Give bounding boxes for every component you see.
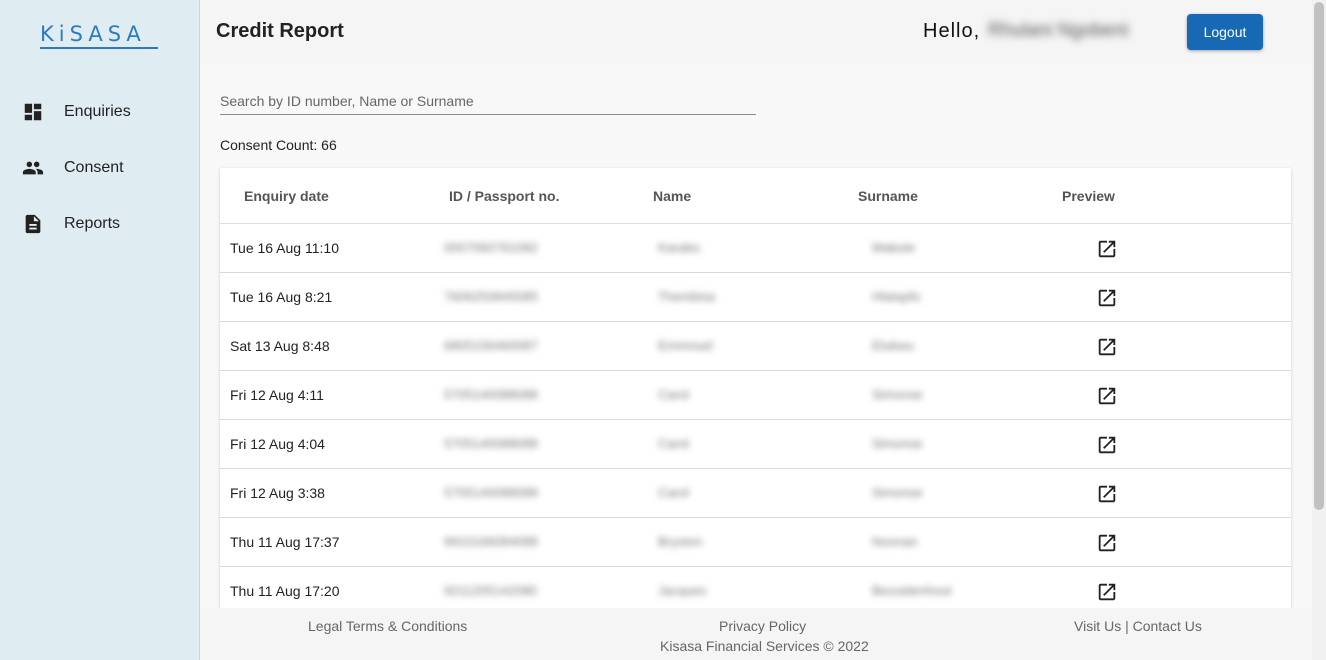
enquiry-date: Fri 12 Aug 4:04 [230, 436, 325, 452]
sidebar-item-consent[interactable]: Consent [0, 146, 200, 190]
open-in-new-icon[interactable] [1096, 581, 1118, 603]
enquiry-date: Thu 11 Aug 17:20 [230, 583, 340, 599]
sidebar-item-label: Reports [64, 215, 121, 232]
open-in-new-icon[interactable] [1096, 287, 1118, 309]
open-in-new-icon[interactable] [1096, 434, 1118, 456]
first-name: Thembisa [658, 289, 716, 304]
id-number: 9211205142080 [444, 583, 538, 598]
greeting: Hello, [923, 20, 981, 42]
enquiry-date: Fri 12 Aug 4:11 [230, 387, 324, 403]
enquiry-date: Fri 12 Aug 3:38 [230, 485, 325, 501]
table-row[interactable]: Fri 12 Aug 4:04 5705140088088 Carol Simo… [220, 420, 1291, 469]
surname: Hlatapfo [872, 289, 921, 304]
first-name: Jacques [658, 583, 707, 598]
footer: Legal Terms & Conditions Privacy Policy … [200, 608, 1312, 660]
sidebar-item-label: Enquiries [64, 103, 131, 120]
id-number: 6805156460087 [444, 338, 538, 353]
first-name: Carol [658, 387, 690, 402]
enquiry-date: Thu 11 Aug 17:37 [230, 534, 340, 550]
logo-underline [40, 47, 158, 49]
logout-button[interactable]: Logout [1187, 14, 1263, 50]
dashboard-icon [22, 101, 44, 123]
visit-contact-link[interactable]: Visit Us | Contact Us [1074, 618, 1202, 634]
id-number: 5705140088088 [444, 436, 538, 451]
header-enquiry-date[interactable]: Enquiry date [244, 188, 329, 204]
table-row[interactable]: Sat 13 Aug 8:48 6805156460087 Emmnuel El… [220, 322, 1291, 371]
table-row[interactable]: Thu 11 Aug 17:37 9910166084088 Bryston N… [220, 518, 1291, 567]
enquiry-date: Tue 16 Aug 8:21 [230, 289, 333, 305]
people-icon [22, 157, 44, 179]
sidebar-item-enquiries[interactable]: Enquiries [0, 90, 200, 134]
enquiry-date: Sat 13 Aug 8:48 [230, 338, 330, 354]
privacy-policy-link[interactable]: Privacy Policy [719, 618, 806, 634]
surname: Bezuidenhout [872, 583, 952, 598]
surname: Noonan [872, 534, 918, 549]
header-name[interactable]: Name [653, 188, 691, 204]
logo-text: KiSASA [40, 22, 146, 46]
search-field[interactable] [220, 90, 756, 115]
open-in-new-icon[interactable] [1096, 532, 1118, 554]
sidebar-item-reports[interactable]: Reports [0, 202, 200, 246]
open-in-new-icon[interactable] [1096, 483, 1118, 505]
first-name: Carol [658, 436, 690, 451]
open-in-new-icon[interactable] [1096, 238, 1118, 260]
legal-terms-link[interactable]: Legal Terms & Conditions [308, 618, 467, 634]
scrollbar[interactable] [1312, 0, 1326, 660]
main-content: Consent Count: 66 Enquiry date ID / Pass… [200, 64, 1312, 608]
table-row[interactable]: Tue 16 Aug 11:10 0007060761082 Karabo Ma… [220, 224, 1291, 273]
document-icon [22, 213, 44, 235]
enquiries-table: Enquiry date ID / Passport no. Name Surn… [220, 168, 1291, 608]
id-number: 5705140088088 [444, 485, 538, 500]
open-in-new-icon[interactable] [1096, 385, 1118, 407]
sidebar-item-label: Consent [64, 159, 124, 176]
search-input[interactable] [220, 90, 756, 112]
user-name: Rhulani Ngobeni [988, 20, 1129, 41]
copyright: Kisasa Financial Services © 2022 [660, 638, 869, 654]
surname: Simonse [872, 485, 923, 500]
scrollbar-thumb[interactable] [1314, 2, 1324, 510]
id-number: 9910166084088 [444, 534, 538, 549]
page-title: Credit Report [216, 20, 344, 42]
first-name: Carol [658, 485, 690, 500]
table-row[interactable]: Fri 12 Aug 4:11 5705140088088 Carol Simo… [220, 371, 1291, 420]
id-number: 7606250845085 [444, 289, 538, 304]
surname: Mabote [872, 240, 916, 255]
table-row[interactable]: Tue 16 Aug 8:21 7606250845085 Thembisa H… [220, 273, 1291, 322]
first-name: Karabo [658, 240, 700, 255]
enquiry-date: Tue 16 Aug 11:10 [230, 240, 339, 256]
id-number: 5705140088088 [444, 387, 538, 402]
header: Credit Report Hello, Rhulani Ngobeni Log… [200, 0, 1312, 64]
table-row[interactable]: Thu 11 Aug 17:20 9211205142080 Jacques B… [220, 567, 1291, 608]
surname: Simonse [872, 387, 923, 402]
kisasa-logo[interactable]: KiSASA [40, 22, 158, 52]
first-name: Emmnuel [658, 338, 713, 353]
sidebar: KiSASA Enquiries Consent Reports [0, 0, 200, 660]
surname: Elukwu [872, 338, 914, 353]
id-number: 0007060761082 [444, 240, 538, 255]
first-name: Bryston [658, 534, 703, 549]
table-header: Enquiry date ID / Passport no. Name Surn… [220, 168, 1291, 224]
header-id-passport[interactable]: ID / Passport no. [449, 188, 559, 204]
table-row[interactable]: Fri 12 Aug 3:38 5705140088088 Carol Simo… [220, 469, 1291, 518]
header-surname[interactable]: Surname [858, 188, 918, 204]
header-preview: Preview [1062, 188, 1115, 204]
open-in-new-icon[interactable] [1096, 336, 1118, 358]
consent-count: Consent Count: 66 [220, 137, 337, 153]
surname: Simonse [872, 436, 923, 451]
